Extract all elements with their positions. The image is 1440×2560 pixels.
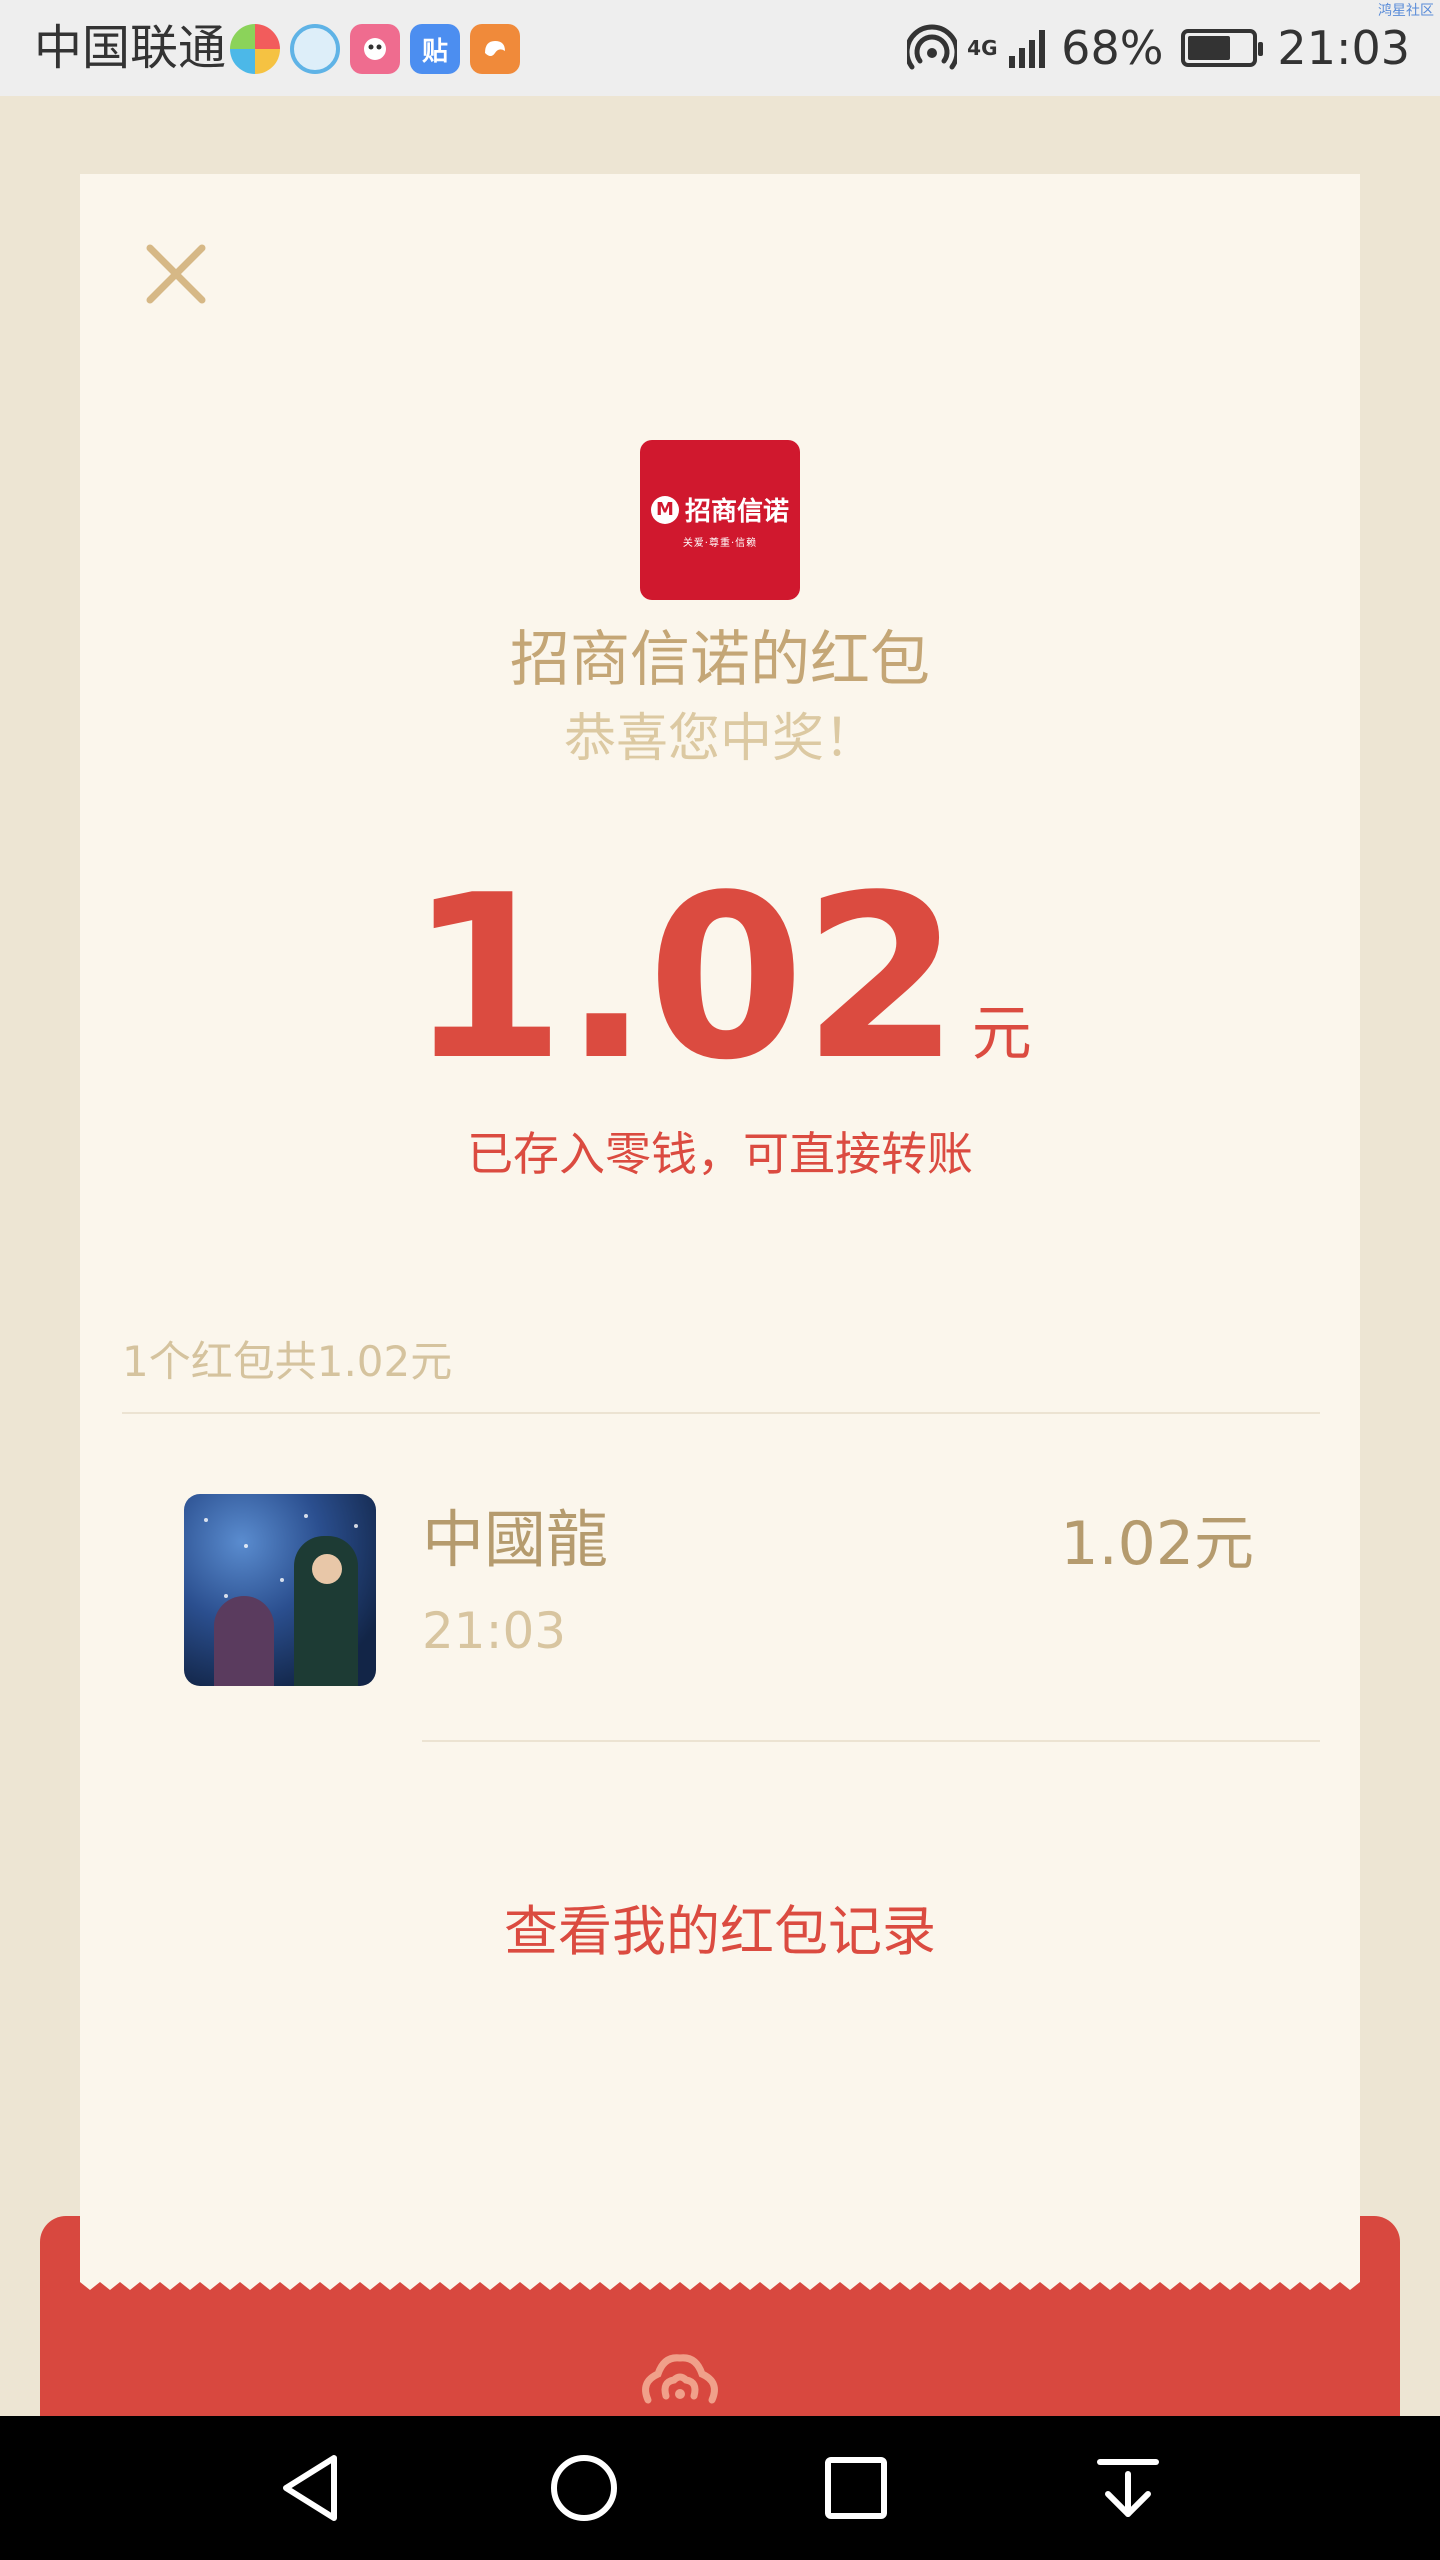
congrats-message: 恭喜您中奖！ [563, 709, 876, 769]
carrier-name: 中国联通 [34, 20, 227, 76]
network-type: 4G [967, 36, 998, 60]
record-time: 21:03 [422, 1602, 567, 1660]
view-records-link[interactable]: 查看我的红包记录 [80, 1894, 1360, 1970]
card-zigzag-edge [80, 2270, 1360, 2290]
uc-browser-icon [470, 24, 520, 74]
red-packet-detail-card: M 招商信诺 关爱·尊重·信赖 招商信诺的红包 恭喜您中奖！ 1.02 元 已存… [80, 174, 1360, 2278]
status-bar: 中国联通 贴 4G 68% 21:03 鸿星社区 [0, 0, 1440, 96]
logo-slogan: 关爱·尊重·信赖 [682, 538, 758, 549]
sender-logo: M 招商信诺 关爱·尊重·信赖 [640, 440, 800, 600]
recents-icon[interactable] [816, 2448, 896, 2528]
record-amount: 1.02元 [1060, 1509, 1254, 1579]
status-indicators: 4G 68% 21:03 [907, 18, 1410, 78]
battery-icon [1181, 29, 1264, 67]
amount-value: 1.02 [408, 847, 960, 1110]
notification-pull-icon[interactable] [1088, 2448, 1168, 2528]
amount-unit: 元 [971, 999, 1032, 1069]
stored-note: 已存入零钱，可直接转账 [467, 1127, 973, 1181]
back-icon[interactable] [272, 2448, 352, 2528]
close-icon[interactable] [136, 234, 216, 314]
notification-icons: 贴 [230, 24, 520, 74]
navigation-bar [0, 2416, 1440, 2560]
summary-divider [122, 1412, 1320, 1414]
list-item[interactable]: 中國龍 21:03 1.02元 [80, 1494, 1360, 1714]
logo-mark: M [650, 495, 679, 524]
tieba-icon: 贴 [410, 24, 460, 74]
watermark: 鸿星社区 [1378, 3, 1434, 19]
logo-name: 招商信诺 [684, 497, 789, 527]
avatar [184, 1494, 376, 1686]
record-divider [422, 1740, 1320, 1742]
battery-percent: 68% [1061, 21, 1164, 75]
cloud-emblem-icon [642, 2354, 718, 2404]
packet-summary: 1个红包共1.02元 [122, 1337, 453, 1386]
browser-icon [290, 24, 340, 74]
colorful-ball-icon [230, 24, 280, 74]
hotspot-icon [907, 24, 958, 70]
clock: 21:03 [1277, 21, 1410, 75]
home-icon[interactable] [544, 2448, 624, 2528]
sender-title: 招商信诺的红包 [510, 625, 930, 695]
amount-row: 1.02 元 [80, 864, 1360, 1094]
chat-bubble-icon [350, 24, 400, 74]
record-name: 中國龍 [422, 1503, 609, 1576]
battery-level [1188, 36, 1231, 60]
signal-icon [1009, 30, 1046, 68]
